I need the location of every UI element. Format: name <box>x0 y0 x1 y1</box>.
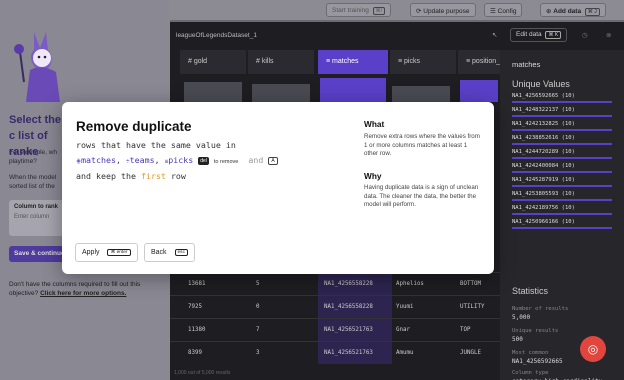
add-key: A <box>268 157 278 165</box>
remove-duplicate-dialog: Remove duplicate rows that have the same… <box>62 102 494 274</box>
why-heading: Why <box>364 171 382 181</box>
apply-label: Apply <box>82 249 100 256</box>
line3-prefix: and keep the <box>76 171 136 181</box>
back-shortcut: esc <box>174 249 188 256</box>
apply-shortcut: ⌘ enter <box>107 249 131 256</box>
token-picks[interactable]: picks <box>168 155 193 165</box>
comma: , <box>154 155 160 165</box>
apply-button[interactable]: Apply ⌘ enter <box>75 243 138 262</box>
what-heading: What <box>364 119 385 129</box>
instruction-line-1: rows that have the same value in <box>76 140 236 150</box>
keep-option-first[interactable]: first <box>141 171 166 181</box>
dialog-title: Remove duplicate <box>76 119 192 134</box>
comma: , <box>116 155 121 165</box>
back-label: Back <box>151 249 167 256</box>
why-text: Having duplicate data is a sign of uncle… <box>364 184 479 208</box>
instruction-line-3: and keep the first row <box>76 171 186 181</box>
del-key: del <box>198 157 209 165</box>
to-remove-hint: to remove <box>213 159 239 165</box>
token-matches[interactable]: matches <box>81 155 116 165</box>
line3-suffix: row <box>170 171 186 181</box>
instruction-line-2: ⋕matches, ÷teams, ≡picks del to remove a… <box>76 155 278 165</box>
and-word: and <box>248 155 264 165</box>
what-text: Remove extra rows where the values from … <box>364 133 480 157</box>
back-button[interactable]: Back esc <box>144 243 195 262</box>
token-teams[interactable]: teams <box>130 155 155 165</box>
